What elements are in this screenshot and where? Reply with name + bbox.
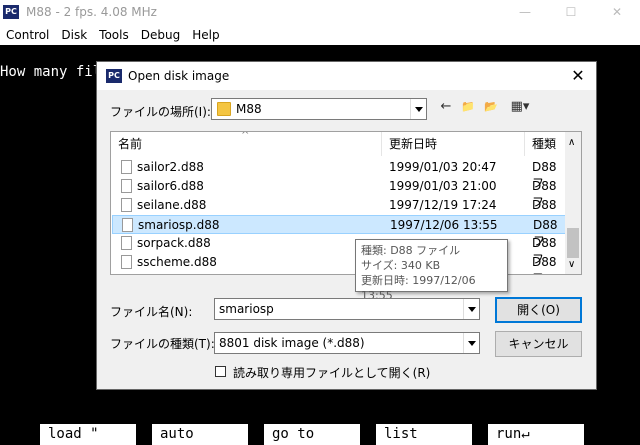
scrollbar-thumb[interactable]: [567, 228, 579, 258]
screen-prompt-text: How many fil: [0, 64, 102, 80]
chevron-down-icon: [467, 340, 476, 346]
chevron-down-icon: [467, 306, 476, 312]
filename-dropdown-arrow[interactable]: [463, 299, 479, 319]
file-name: smariosp.d88: [138, 218, 220, 232]
file-icon: [121, 179, 132, 193]
function-key-2: auto: [152, 424, 248, 445]
file-row-selected[interactable]: smariosp.d88 1997/12/06 13:55 D88 フ: [112, 215, 567, 248]
file-type: D88 フ: [532, 255, 557, 274]
file-row[interactable]: sailor6.d88 1999/01/03 21:00 D88 フ: [112, 177, 567, 209]
location-value: M88: [236, 102, 262, 116]
location-combo[interactable]: M88: [211, 98, 427, 120]
scroll-up-icon[interactable]: ∧: [568, 137, 575, 148]
dialog-pc-icon: PC: [106, 69, 122, 83]
dialog-close-icon[interactable]: ✕: [568, 66, 588, 86]
file-date: 1997/12/06 13:55: [390, 218, 498, 232]
cancel-button[interactable]: キャンセル: [495, 331, 582, 357]
back-arrow-icon[interactable]: ←: [437, 99, 455, 115]
column-name-label: 名前: [118, 137, 143, 151]
location-label: ファイルの場所(I):: [110, 105, 211, 119]
readonly-checkbox[interactable]: [215, 366, 226, 377]
file-row[interactable]: sailor2.d88 1999/01/03 20:47 D88 フ: [112, 158, 567, 190]
menu-control[interactable]: Control: [0, 28, 55, 42]
dialog-title: Open disk image: [128, 69, 230, 83]
menu-tools[interactable]: Tools: [93, 28, 135, 42]
view-menu-icon[interactable]: ▦▾: [507, 99, 533, 115]
new-folder-icon[interactable]: 📂: [482, 99, 500, 115]
location-dropdown-arrow[interactable]: [410, 99, 426, 119]
file-list-scrollbar[interactable]: ∧ ∨: [565, 132, 581, 274]
file-icon: [121, 236, 132, 250]
filetype-value: 8801 disk image (*.d88): [219, 336, 365, 350]
up-folder-icon[interactable]: 📁: [459, 99, 477, 115]
file-date: 1999/01/03 20:47: [389, 160, 497, 174]
filename-input[interactable]: smariosp: [214, 298, 480, 320]
file-row[interactable]: seilane.d88 1997/12/19 17:24 D88 フ: [112, 196, 567, 228]
function-key-4: list: [376, 424, 472, 445]
tooltip-size: サイズ: 340 KB: [361, 259, 441, 272]
file-name: sscheme.d88: [137, 255, 217, 269]
app-pc-icon: PC: [3, 5, 19, 19]
file-icon: [121, 160, 132, 174]
function-key-3: go to: [264, 424, 360, 445]
filetype-select[interactable]: 8801 disk image (*.d88): [214, 332, 480, 354]
file-date: 1997/12/19 17:24: [389, 198, 497, 212]
file-date: 1999/01/03 21:00: [389, 179, 497, 193]
file-name: sorpack.d88: [137, 236, 211, 250]
file-name: seilane.d88: [137, 198, 207, 212]
tooltip-type: 種類: D88 ファイル: [361, 244, 461, 257]
file-name: sailor6.d88: [137, 179, 204, 193]
column-header-type[interactable]: 種類: [525, 132, 567, 156]
filetype-dropdown-arrow[interactable]: [463, 333, 479, 353]
menubar: Control Disk Tools Debug Help: [0, 24, 640, 45]
open-disk-dialog: PC Open disk image ✕ ファイルの場所(I): M88 ← 📁…: [96, 61, 597, 390]
file-list[interactable]: 名前 ^ 更新日時 種類 sailor2.d88 1999/01/03 20:4…: [110, 131, 582, 275]
sort-ascending-icon: ^: [241, 131, 250, 141]
filename-value: smariosp: [219, 302, 274, 316]
open-button[interactable]: 開く(O): [495, 297, 582, 323]
function-key-1: load ": [40, 424, 136, 445]
dialog-titlebar: PC Open disk image ✕: [97, 62, 596, 90]
minimize-button[interactable]: —: [502, 0, 548, 24]
maximize-button[interactable]: ☐: [548, 0, 594, 24]
column-header-name[interactable]: 名前 ^: [111, 132, 382, 156]
folder-icon: [217, 102, 231, 116]
menu-debug[interactable]: Debug: [135, 28, 186, 42]
file-icon: [121, 255, 132, 269]
function-key-5: run↵: [488, 424, 584, 445]
file-icon: [121, 198, 132, 212]
window-titlebar: PC M88 - 2 fps. 4.08 MHz — ☐ ✕: [0, 0, 640, 24]
column-header-date[interactable]: 更新日時: [382, 132, 525, 156]
chevron-down-icon: [414, 106, 423, 112]
menu-disk[interactable]: Disk: [55, 28, 93, 42]
file-info-tooltip: 種類: D88 ファイル サイズ: 340 KB 更新日時: 1997/12/0…: [355, 239, 508, 302]
menu-help[interactable]: Help: [186, 28, 225, 42]
window-title: M88 - 2 fps. 4.08 MHz: [26, 5, 157, 19]
filename-label: ファイル名(N):: [110, 305, 193, 319]
filetype-label: ファイルの種類(T):: [110, 337, 215, 351]
scroll-down-icon[interactable]: ∨: [568, 259, 575, 270]
file-name: sailor2.d88: [137, 160, 204, 174]
file-icon: [122, 218, 133, 232]
readonly-label[interactable]: 読み取り専用ファイルとして開く(R): [233, 364, 430, 381]
close-button[interactable]: ✕: [594, 0, 640, 24]
